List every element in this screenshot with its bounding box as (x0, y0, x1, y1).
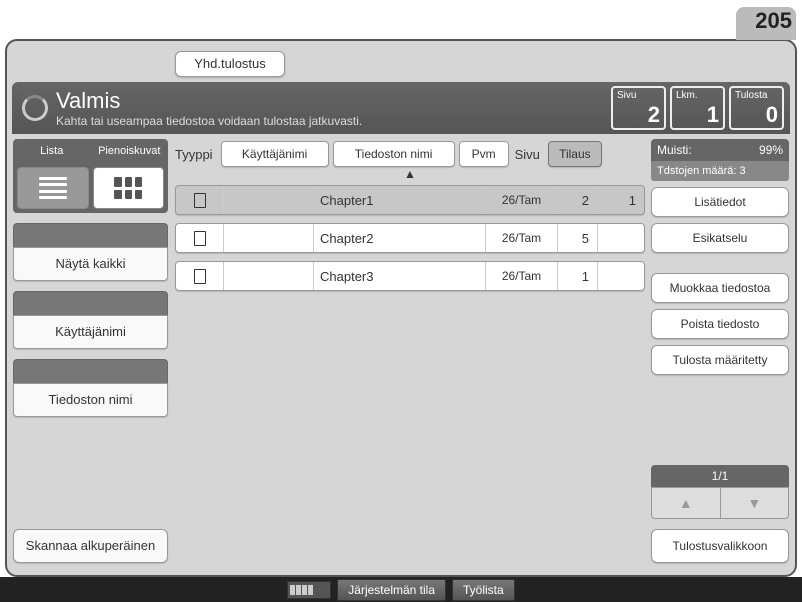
counter-sivu-label: Sivu (617, 90, 660, 101)
spinner-icon (22, 95, 48, 121)
status-title: Valmis (56, 88, 611, 114)
status-header: Valmis Kahta tai useampaa tiedostoa void… (12, 82, 790, 134)
status-subtitle: Kahta tai useampaa tiedostoa voidaan tul… (56, 114, 611, 128)
scan-original-button[interactable]: Skannaa alkuperäinen (13, 529, 168, 563)
sort-date-button[interactable]: Pvm (459, 141, 509, 167)
file-order-cell (598, 262, 644, 290)
counter-tulosta-label: Tulosta (735, 90, 778, 101)
sort-username-button[interactable]: Käyttäjänimi (221, 141, 329, 167)
file-row[interactable]: Chapter126/Tam21 (175, 185, 645, 215)
pager-label: 1/1 (651, 465, 789, 487)
sort-page-label: Sivu (515, 147, 540, 162)
view-thumb-label: Pienoiskuvat (91, 139, 169, 163)
file-date-cell: 26/Tam (486, 224, 558, 252)
memory-value: 99% (759, 143, 783, 157)
counter-lkm-label: Lkm. (676, 90, 719, 101)
file-name-cell: Chapter2 (314, 224, 486, 252)
list-icon (39, 177, 67, 199)
document-icon (194, 269, 206, 284)
memory-bar: Muisti: 99% (651, 139, 789, 161)
view-switch-labels: Lista Pienoiskuvat (13, 139, 168, 163)
file-order-cell (598, 224, 644, 252)
document-icon (194, 193, 206, 208)
show-all-button[interactable]: Näytä kaikki (13, 247, 168, 281)
view-thumb-button[interactable] (93, 167, 165, 209)
group-header-showall (13, 223, 168, 247)
view-list-label: Lista (13, 139, 91, 163)
file-date-cell: 26/Tam (486, 186, 558, 214)
filter-filename-button[interactable]: Tiedoston nimi (13, 383, 168, 417)
file-user-cell (224, 224, 314, 252)
sort-type-label: Tyyppi (175, 147, 213, 162)
filter-username-button[interactable]: Käyttäjänimi (13, 315, 168, 349)
edit-file-button[interactable]: Muokkaa tiedostoa (651, 273, 789, 303)
file-page-cell: 5 (558, 224, 598, 252)
sort-arrow-icon: ▲ (175, 169, 645, 183)
preview-button[interactable]: Esikatselu (651, 223, 789, 253)
main-frame: Yhd.tulostus Valmis Kahta tai useampaa t… (5, 39, 797, 577)
job-list-button[interactable]: Työlista (452, 579, 515, 601)
memory-label: Muisti: (657, 143, 692, 157)
system-status-button[interactable]: Järjestelmän tila (337, 579, 446, 601)
file-row[interactable]: Chapter226/Tam5 (175, 223, 645, 253)
combined-print-button[interactable]: Yhd.tulostus (175, 51, 285, 77)
delete-file-button[interactable]: Poista tiedosto (651, 309, 789, 339)
file-count-bar: Tdstojen määrä: 3 (651, 161, 789, 181)
sort-row: Tyyppi Käyttäjänimi Tiedoston nimi Pvm S… (175, 139, 645, 169)
group-header-filename (13, 359, 168, 383)
counter-tulosta-value: 0 (735, 104, 778, 126)
document-icon (194, 231, 206, 246)
file-name-cell: Chapter1 (314, 186, 486, 214)
counter-sivu: Sivu 2 (611, 86, 666, 130)
sort-filename-button[interactable]: Tiedoston nimi (333, 141, 455, 167)
view-list-button[interactable] (17, 167, 89, 209)
right-panel: Muisti: 99% Tdstojen määrä: 3 Lisätiedot… (651, 139, 789, 563)
print-specified-button[interactable]: Tulosta määritetty (651, 345, 789, 375)
file-list-area: Tyyppi Käyttäjänimi Tiedoston nimi Pvm S… (175, 139, 645, 563)
ink-level-icon (287, 581, 331, 599)
file-count-value: 3 (740, 165, 746, 177)
file-row[interactable]: Chapter326/Tam1 (175, 261, 645, 291)
file-type-cell (176, 224, 224, 252)
file-page-cell: 2 (558, 186, 598, 214)
sort-order-button[interactable]: Tilaus (548, 141, 602, 167)
file-page-cell: 1 (558, 262, 598, 290)
file-count-label: Tdstojen määrä: (657, 165, 736, 177)
counter-tulosta: Tulosta 0 (729, 86, 784, 130)
file-type-cell (176, 262, 224, 290)
details-button[interactable]: Lisätiedot (651, 187, 789, 217)
left-panel: Lista Pienoiskuvat Näytä kaikki Käyttäjä… (13, 139, 168, 563)
file-user-cell (224, 262, 314, 290)
page-number: 205 (755, 8, 792, 34)
pager: 1/1 ▲ ▼ (651, 465, 789, 519)
file-date-cell: 26/Tam (486, 262, 558, 290)
counter-lkm-value: 1 (676, 104, 719, 126)
grid-icon (114, 177, 142, 199)
bottom-bar: Järjestelmän tila Työlista (0, 577, 802, 602)
pager-prev-button[interactable]: ▲ (651, 487, 721, 519)
file-name-cell: Chapter3 (314, 262, 486, 290)
group-header-username (13, 291, 168, 315)
counter-sivu-value: 2 (617, 104, 660, 126)
pager-next-button[interactable]: ▼ (721, 487, 790, 519)
file-type-cell (176, 186, 224, 214)
counter-lkm: Lkm. 1 (670, 86, 725, 130)
file-order-cell: 1 (598, 186, 644, 214)
file-user-cell (224, 186, 314, 214)
to-print-menu-button[interactable]: Tulostusvalikkoon (651, 529, 789, 563)
